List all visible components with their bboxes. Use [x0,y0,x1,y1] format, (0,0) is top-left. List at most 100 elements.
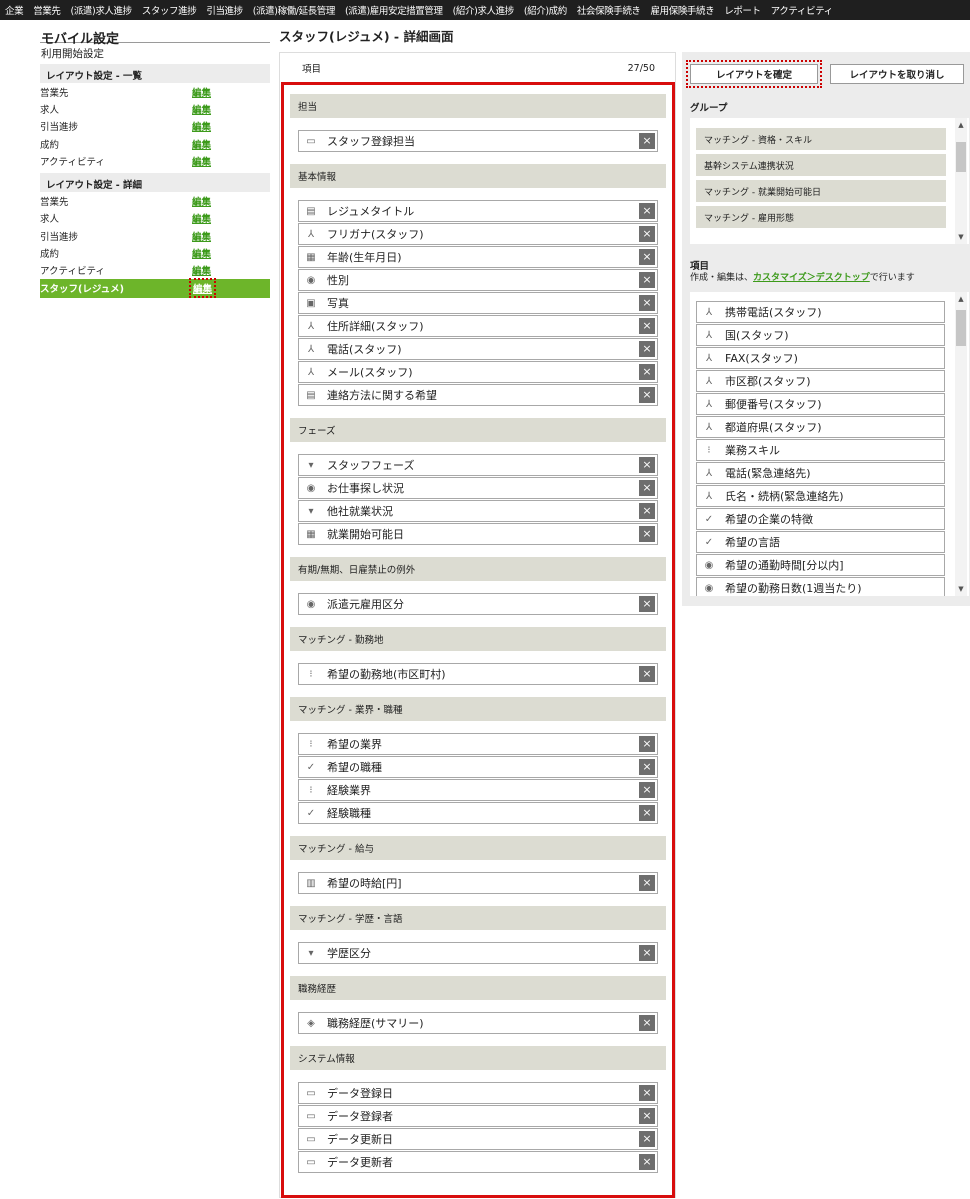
layout-group[interactable]: 担当 ▭ スタッフ登録担当 × [290,94,666,155]
layout-group[interactable]: フェーズ ▾ スタッフフェーズ × ◉ お仕事探し状況 × ▾ 他社就業状況 × ▦ 就業開始可能日 × [290,418,666,548]
scroll-up-icon[interactable]: ▲ [955,294,967,304]
edit-link[interactable]: 編集 [192,119,211,133]
available-item[interactable]: ✓ 希望の企業の特徴 [696,508,945,530]
remove-field-icon[interactable]: × [639,480,655,496]
layout-field[interactable]: ▭ データ登録日 × [298,1082,658,1104]
edit-link[interactable]: 編集 [192,229,211,243]
confirm-layout-button[interactable]: レイアウトを確定 [686,60,822,88]
nav-item[interactable]: アクティビティ [766,3,838,17]
layout-field[interactable]: ⅄ 住所詳細(スタッフ) × [298,315,658,337]
nav-item[interactable]: 社会保険手続き [572,3,646,17]
layout-field[interactable]: ▾ スタッフフェーズ × [298,454,658,476]
remove-field-icon[interactable]: × [639,364,655,380]
items-scrollbar[interactable]: ▲ ▼ [955,292,967,596]
layout-field[interactable]: ◉ お仕事探し状況 × [298,477,658,499]
start-settings-link[interactable]: 利用開始設定 [40,43,270,60]
nav-item[interactable]: 企業 [0,3,28,17]
layout-field[interactable]: ▣ 写真 × [298,292,658,314]
nav-item[interactable]: (紹介)求人進捗 [448,3,519,17]
layout-field[interactable]: ⅄ メール(スタッフ) × [298,361,658,383]
available-group[interactable]: マッチング - 雇用形態 [696,206,946,228]
scroll-thumb[interactable] [956,310,966,346]
layout-field[interactable]: ▾ 学歴区分 × [298,942,658,964]
layout-field[interactable]: ⅄ フリガナ(スタッフ) × [298,223,658,245]
remove-field-icon[interactable]: × [639,945,655,961]
layout-group[interactable]: マッチング - 勤務地 ⁝ 希望の勤務地(市区町村) × [290,627,666,688]
edit-link[interactable]: 編集 [192,246,211,260]
layout-field[interactable]: ◉ 派遣元雇用区分 × [298,593,658,615]
group-header[interactable]: マッチング - 勤務地 [290,627,666,651]
remove-field-icon[interactable]: × [639,805,655,821]
available-item[interactable]: ⅄ 国(スタッフ) [696,324,945,346]
layout-group[interactable]: 有期/無期、日雇禁止の例外 ◉ 派遣元雇用区分 × [290,557,666,618]
layout-group[interactable]: マッチング - 給与 ▥ 希望の時給[円] × [290,836,666,897]
available-item[interactable]: ⅄ FAX(スタッフ) [696,347,945,369]
scroll-down-icon[interactable]: ▼ [955,584,967,594]
group-header[interactable]: フェーズ [290,418,666,442]
layout-field[interactable]: ▤ レジュメタイトル × [298,200,658,222]
remove-field-icon[interactable]: × [639,457,655,473]
remove-field-icon[interactable]: × [639,782,655,798]
nav-item[interactable]: (派遣)求人進捗 [66,3,137,17]
layout-field[interactable]: ▭ スタッフ登録担当 × [298,130,658,152]
scroll-thumb[interactable] [956,142,966,172]
remove-field-icon[interactable]: × [639,875,655,891]
remove-field-icon[interactable]: × [639,596,655,612]
layout-field[interactable]: ▭ データ更新者 × [298,1151,658,1173]
layout-field[interactable]: ⁝ 希望の勤務地(市区町村) × [298,663,658,685]
remove-field-icon[interactable]: × [639,318,655,334]
remove-field-icon[interactable]: × [639,759,655,775]
group-header[interactable]: 有期/無期、日雇禁止の例外 [290,557,666,581]
remove-field-icon[interactable]: × [639,341,655,357]
nav-item[interactable]: スタッフ進捗 [137,3,202,17]
nav-item[interactable]: (派遣)稼働/延長管理 [248,3,340,17]
group-header[interactable]: システム情報 [290,1046,666,1070]
remove-field-icon[interactable]: × [639,1108,655,1124]
layout-group[interactable]: システム情報 ▭ データ登録日 × ▭ データ登録者 × ▭ データ更新日 × ▭ データ更新者 × [290,1046,666,1176]
group-header[interactable]: 職務経歴 [290,976,666,1000]
layout-field[interactable]: ▦ 就業開始可能日 × [298,523,658,545]
edit-link[interactable]: 編集 [192,154,211,168]
layout-group[interactable]: マッチング - 学歴・言語 ▾ 学歴区分 × [290,906,666,967]
available-items-list[interactable]: ▲ ▼ ⅄ 携帯電話(スタッフ) ⅄ 国(スタッフ) ⅄ FAX(スタッフ) ⅄ 市区郡(スタ… [690,292,969,596]
nav-item[interactable]: (派遣)雇用安定措置管理 [340,3,448,17]
edit-link[interactable]: 編集 [192,194,211,208]
remove-field-icon[interactable]: × [639,387,655,403]
available-item[interactable]: ◉ 希望の通勤時間[分以内] [696,554,945,576]
remove-field-icon[interactable]: × [639,526,655,542]
remove-field-icon[interactable]: × [639,1131,655,1147]
available-item[interactable]: ⅄ 氏名・続柄(緊急連絡先) [696,485,945,507]
layout-field[interactable]: ▭ データ更新日 × [298,1128,658,1150]
available-item[interactable]: ✓ 希望の言語 [696,531,945,553]
remove-field-icon[interactable]: × [639,1085,655,1101]
customize-link[interactable]: カスタマイズ＞デスクトップ [753,273,870,283]
nav-item[interactable]: レポート [719,3,765,17]
available-item[interactable]: ⅄ 都道府県(スタッフ) [696,416,945,438]
layout-field[interactable]: ▾ 他社就業状況 × [298,500,658,522]
layout-field[interactable]: ⁝ 希望の業界 × [298,733,658,755]
remove-field-icon[interactable]: × [639,203,655,219]
remove-field-icon[interactable]: × [639,133,655,149]
remove-field-icon[interactable]: × [639,226,655,242]
group-header[interactable]: マッチング - 業界・職種 [290,697,666,721]
group-header[interactable]: マッチング - 学歴・言語 [290,906,666,930]
nav-item[interactable]: (紹介)成約 [519,3,572,17]
layout-field[interactable]: ⅄ 電話(スタッフ) × [298,338,658,360]
layout-group[interactable]: マッチング - 業界・職種 ⁝ 希望の業界 × ✓ 希望の職種 × ⁝ 経験業界 × ✓ 経験職種 × [290,697,666,827]
layout-group[interactable]: 基本情報 ▤ レジュメタイトル × ⅄ フリガナ(スタッフ) × ▦ 年齢(生年月日) × ◉ 性別 ×… [290,164,666,409]
group-scrollbar[interactable]: ▲ ▼ [955,118,967,244]
edit-link[interactable]: 編集 [188,278,217,299]
remove-field-icon[interactable]: × [639,1154,655,1170]
layout-field[interactable]: ⁝ 経験業界 × [298,779,658,801]
remove-field-icon[interactable]: × [639,736,655,752]
layout-field[interactable]: ▥ 希望の時給[円] × [298,872,658,894]
remove-field-icon[interactable]: × [639,249,655,265]
available-group[interactable]: 基幹システム連携状況 [696,154,946,176]
remove-field-icon[interactable]: × [639,503,655,519]
available-item[interactable]: ⅄ 携帯電話(スタッフ) [696,301,945,323]
layout-group[interactable]: 職務経歴 ◈ 職務経歴(サマリー) × [290,976,666,1037]
remove-field-icon[interactable]: × [639,666,655,682]
layout-field[interactable]: ▦ 年齢(生年月日) × [298,246,658,268]
group-list[interactable]: ▲ ▼ マッチング - 資格・スキル 基幹システム連携状況 マッチング - 就業開始… [690,118,969,244]
group-header[interactable]: 基本情報 [290,164,666,188]
